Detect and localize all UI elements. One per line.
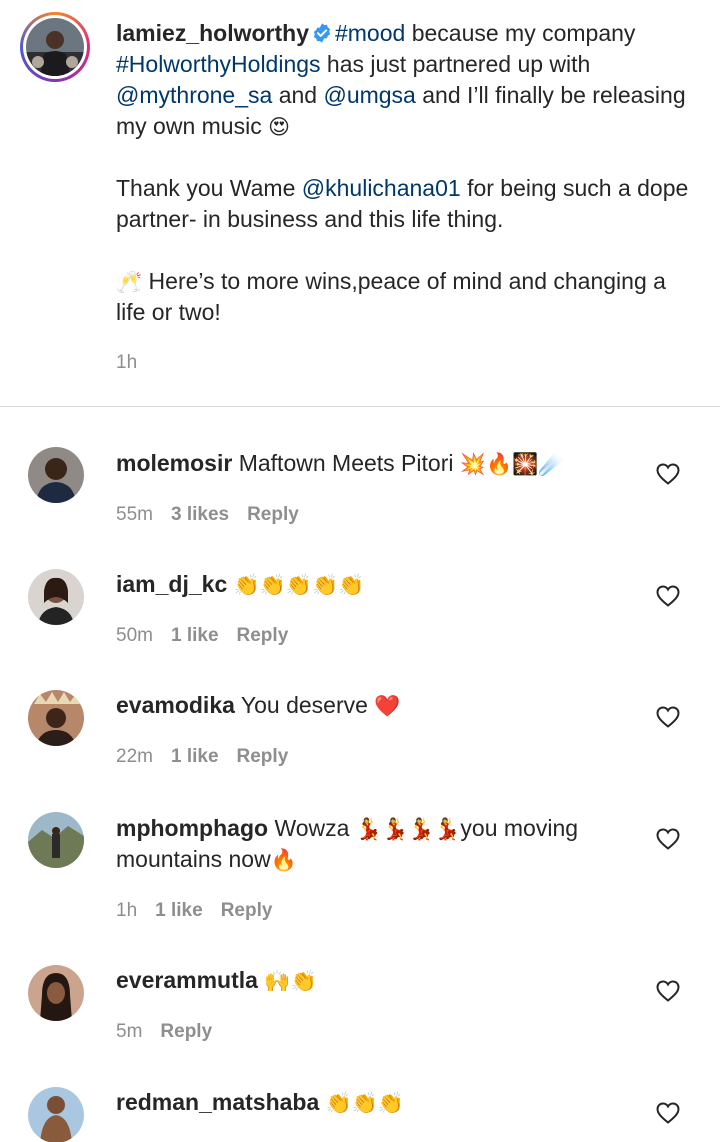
reply-button[interactable]: Reply: [221, 900, 273, 921]
mention-mythrone[interactable]: @mythrone_sa: [116, 82, 272, 108]
caption-segment: because my company: [405, 20, 636, 46]
like-heart-icon[interactable]: [656, 463, 680, 485]
comment-username[interactable]: iam_dj_kc: [116, 571, 227, 597]
comment-time: 22m: [116, 746, 153, 767]
comment-emoji: 🙌👏: [264, 970, 317, 993]
comment-text: everammutla 🙌👏: [116, 965, 636, 996]
caption-text: lamiez_holworthy #mood because my company…: [116, 18, 696, 328]
divider: [0, 406, 720, 407]
comment-text: evamodika You deserve ❤️: [116, 690, 636, 721]
reply-button[interactable]: Reply: [237, 625, 289, 646]
comment-text: redman_matshaba 👏👏👏: [116, 1087, 636, 1118]
comment-likes[interactable]: 1 like: [155, 900, 203, 921]
comment-likes[interactable]: 1 like: [171, 625, 219, 646]
avatar[interactable]: [28, 1087, 84, 1142]
comment-body: You deserve: [240, 692, 375, 718]
reply-button[interactable]: Reply: [247, 504, 299, 525]
avatar[interactable]: [28, 690, 84, 746]
comment-emoji: 💥🔥🎇☄️: [459, 453, 565, 476]
mention-khulichana[interactable]: @khulichana01: [302, 175, 461, 201]
like-heart-icon[interactable]: [656, 1102, 680, 1124]
comment-meta: 1h 1 like Reply: [116, 900, 290, 922]
hashtag-company[interactable]: #HolworthyHoldings: [116, 51, 321, 77]
avatar[interactable]: [28, 812, 84, 868]
caption-segment: Thank you Wame: [116, 175, 302, 201]
comment-emoji: ❤️: [374, 695, 401, 718]
author-username[interactable]: lamiez_holworthy: [116, 20, 309, 46]
comment-text: iam_dj_kc 👏👏👏👏👏: [116, 569, 636, 600]
post-caption: lamiez_holworthy #mood because my company…: [0, 0, 720, 407]
comment-meta: 22m 1 like Reply: [116, 746, 306, 768]
comment-username[interactable]: molemosir: [116, 450, 232, 476]
comment-emoji: 🔥: [270, 849, 297, 872]
like-heart-icon[interactable]: [656, 585, 680, 607]
comment-username[interactable]: redman_matshaba: [116, 1089, 319, 1115]
comment-time: 5m: [116, 1021, 143, 1042]
caption-segment: and: [272, 82, 324, 108]
author-avatar[interactable]: [20, 12, 90, 82]
like-heart-icon[interactable]: [656, 980, 680, 1002]
mention-umgsa[interactable]: @umgsa: [323, 82, 415, 108]
verified-badge-icon: [311, 21, 333, 43]
comment-likes[interactable]: 1 like: [171, 746, 219, 767]
comment-emoji: 💃💃💃💃: [355, 818, 461, 841]
comment-time: 1h: [116, 900, 138, 921]
post-timestamp: 1h: [116, 352, 138, 373]
avatar[interactable]: [28, 965, 84, 1021]
avatar[interactable]: [28, 447, 84, 503]
comment-username[interactable]: mphomphago: [116, 815, 268, 841]
heart-eyes-emoji: 😍: [268, 116, 290, 139]
comment-likes[interactable]: 3 likes: [171, 504, 229, 525]
comment-emoji: 👏👏👏: [325, 1092, 405, 1115]
comment-meta: 55m 3 likes Reply: [116, 504, 317, 526]
comment-text: mphomphago Wowza 💃💃💃💃you moving mountain…: [116, 813, 636, 875]
comment-username[interactable]: everammutla: [116, 967, 258, 993]
comment-body: Wowza: [274, 815, 356, 841]
comment-meta: 50m 1 like Reply: [116, 625, 306, 647]
hashtag-mood[interactable]: #mood: [335, 20, 405, 46]
avatar[interactable]: [28, 569, 84, 625]
comment-body: Maftown Meets Pitori: [238, 450, 460, 476]
caption-segment: Here’s to more wins,peace of mind and ch…: [116, 268, 666, 325]
caption-segment: has just partnered up with: [320, 51, 591, 77]
clinking-glasses-emoji: 🥂: [116, 271, 143, 294]
like-heart-icon[interactable]: [656, 828, 680, 850]
reply-button[interactable]: Reply: [160, 1021, 212, 1042]
comment-emoji: 👏👏👏👏👏: [233, 574, 365, 597]
comment-meta: 5m Reply: [116, 1021, 230, 1043]
like-heart-icon[interactable]: [656, 706, 680, 728]
comment-username[interactable]: evamodika: [116, 692, 235, 718]
comment-time: 55m: [116, 504, 153, 525]
comment-time: 50m: [116, 625, 153, 646]
reply-button[interactable]: Reply: [237, 746, 289, 767]
comment-text: molemosir Maftown Meets Pitori 💥🔥🎇☄️: [116, 448, 636, 479]
